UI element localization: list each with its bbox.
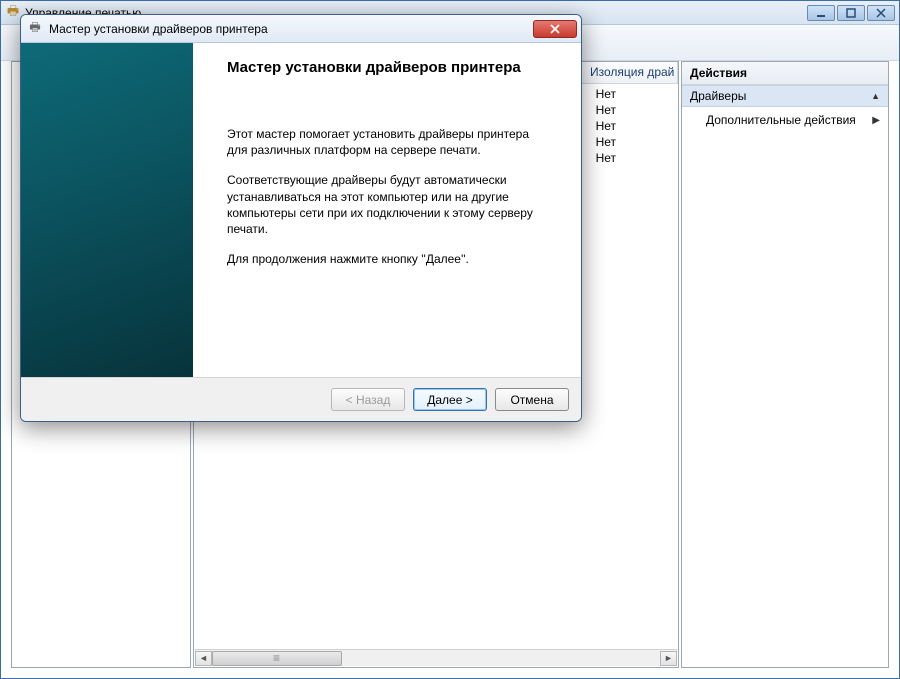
next-button[interactable]: Далее > [413,388,487,411]
submenu-arrow-icon: ▶ [872,115,880,126]
wizard-footer: < Назад Далее > Отмена [21,377,581,421]
cancel-button[interactable]: Отмена [495,388,569,411]
wizard-title: Мастер установки драйверов принтера [49,22,268,36]
printer-small-icon: 🖶 [27,21,43,37]
scroll-left-icon[interactable]: ◄ [195,651,212,666]
action-more[interactable]: Дополнительные действия ▶ [682,107,888,133]
wizard-paragraph: Этот мастер помогает установить драйверы… [227,126,537,158]
wizard-body: Мастер установки драйверов принтера Этот… [21,43,581,377]
actions-pane: Действия Драйверы ▲ Дополнительные дейст… [681,61,889,668]
column-isolation[interactable]: Изоляция драй [582,62,678,83]
actions-group-drivers[interactable]: Драйверы ▲ [682,85,888,107]
close-button-main[interactable] [867,5,895,21]
window-controls [807,5,895,21]
scroll-right-icon[interactable]: ► [660,651,677,666]
actions-title: Действия [682,62,888,85]
wizard-titlebar[interactable]: 🖶 Мастер установки драйверов принтера [21,15,581,43]
wizard-content: Мастер установки драйверов принтера Этот… [193,43,581,377]
scroll-thumb[interactable]: ≡ [212,651,342,666]
printer-icon: 🖶 [5,5,21,21]
maximize-button[interactable] [837,5,865,21]
minimize-button[interactable] [807,5,835,21]
wizard-side-banner [21,43,193,377]
driver-wizard-dialog: 🖶 Мастер установки драйверов принтера Ма… [20,14,582,422]
action-more-label: Дополнительные действия [706,113,856,127]
wizard-close-button[interactable] [533,20,577,38]
wizard-paragraph: Соответствующие драйверы будут автоматич… [227,172,537,237]
wizard-heading: Мастер установки драйверов принтера [227,59,559,76]
scroll-track[interactable]: ≡ [212,651,660,666]
actions-group-label: Драйверы [690,89,746,103]
wizard-paragraph: Для продолжения нажмите кнопку ''Далее''… [227,251,537,267]
collapse-icon: ▲ [871,91,880,101]
back-button: < Назад [331,388,405,411]
horizontal-scrollbar[interactable]: ◄ ≡ ► [195,649,677,666]
